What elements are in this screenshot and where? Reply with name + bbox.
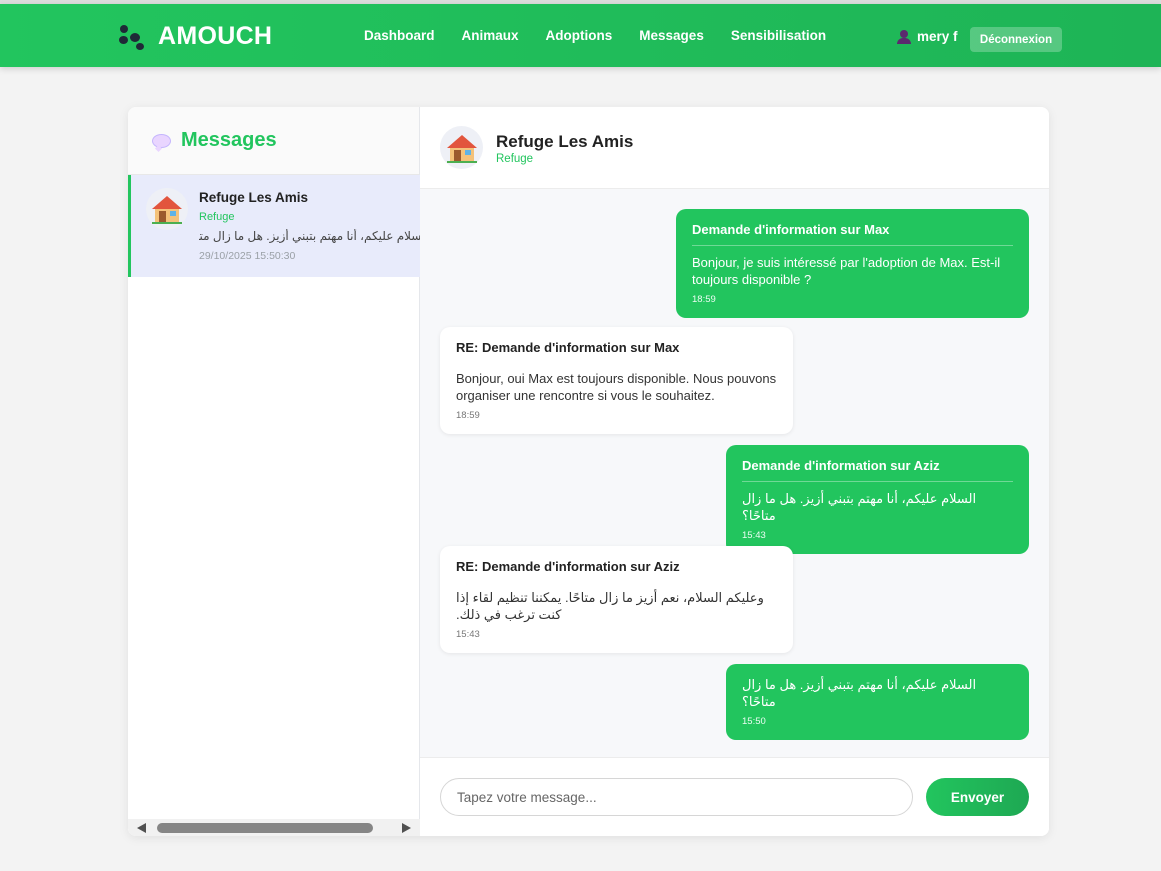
- main-nav: Dashboard Animaux Adoptions Messages Sen…: [364, 28, 826, 43]
- nav-animaux[interactable]: Animaux: [462, 28, 519, 43]
- nav-adoptions[interactable]: Adoptions: [546, 28, 613, 43]
- message-list[interactable]: Demande d'information sur Max Bonjour, j…: [420, 189, 1049, 757]
- brand-name: AMOUCH: [158, 21, 273, 50]
- conversation-time: 29/10/2025 15:50:30: [199, 250, 296, 262]
- message-subject: RE: Demande d'information sur Aziz: [456, 559, 680, 574]
- message-text: السلام عليكم، أنا مهتم بتبني أزيز. هل ما…: [742, 491, 977, 523]
- brand[interactable]: AMOUCH: [118, 21, 272, 51]
- message-time: 15:43: [742, 530, 766, 541]
- send-button[interactable]: Envoyer: [926, 778, 1029, 816]
- message-time: 18:59: [692, 294, 716, 305]
- top-navbar: AMOUCH Dashboard Animaux Adoptions Messa…: [0, 4, 1161, 67]
- chat-contact-role: Refuge: [496, 153, 534, 165]
- conversation-preview: السلام عليكم، أنا مهتم بتبني أزيز. هل ما…: [199, 229, 420, 243]
- sidebar-header: Messages: [128, 107, 419, 175]
- sidebar-title: Messages: [181, 129, 277, 151]
- house-icon: [440, 126, 483, 169]
- chat-header: Refuge Les Amis Refuge: [420, 107, 1049, 189]
- message-subject: RE: Demande d'information sur Max: [456, 340, 680, 355]
- message-time: 15:50: [742, 716, 766, 727]
- message-bubble: Demande d'information sur Max Bonjour, j…: [676, 209, 1029, 318]
- message-subject: Demande d'information sur Max: [692, 221, 1013, 246]
- scroll-left-icon[interactable]: [137, 823, 146, 833]
- nav-messages[interactable]: Messages: [639, 28, 704, 43]
- user-name: mery f: [917, 29, 958, 44]
- message-bubble: RE: Demande d'information sur Max Bonjou…: [440, 327, 793, 434]
- conversation-name: Refuge Les Amis: [199, 190, 309, 205]
- user-icon: [897, 29, 911, 44]
- message-time: 15:43: [456, 629, 480, 640]
- message-composer: Envoyer: [420, 757, 1049, 836]
- message-input[interactable]: [440, 778, 913, 816]
- speech-bubble-icon: [152, 133, 171, 148]
- message-text: السلام عليكم، أنا مهتم بتبني أزيز. هل ما…: [742, 677, 977, 709]
- nav-sensibilisation[interactable]: Sensibilisation: [731, 28, 826, 43]
- conversation-item[interactable]: Refuge Les Amis Refuge السلام عليكم، أنا…: [128, 175, 420, 277]
- message-subject: Demande d'information sur Aziz: [742, 457, 1013, 482]
- conversation-sidebar: Messages Refuge Les Amis Refuge السلام ع…: [128, 107, 420, 836]
- logout-button[interactable]: Déconnexion: [970, 27, 1062, 52]
- message-bubble: RE: Demande d'information sur Aziz وعليك…: [440, 546, 793, 653]
- message-bubble: السلام عليكم، أنا مهتم بتبني أزيز. هل ما…: [726, 664, 1029, 740]
- message-time: 18:59: [456, 410, 480, 421]
- user-menu[interactable]: mery f: [897, 29, 958, 44]
- message-bubble: Demande d'information sur Aziz السلام عل…: [726, 445, 1029, 554]
- message-text: Bonjour, oui Max est toujours disponible…: [456, 371, 777, 403]
- scroll-right-icon[interactable]: [402, 823, 411, 833]
- conversation-role: Refuge: [199, 211, 235, 223]
- house-icon: [146, 188, 188, 230]
- horizontal-scrollbar[interactable]: [128, 819, 420, 836]
- scrollbar-thumb[interactable]: [157, 823, 373, 833]
- nav-dashboard[interactable]: Dashboard: [364, 28, 435, 43]
- messages-panel: Messages Refuge Les Amis Refuge السلام ع…: [128, 107, 1049, 836]
- message-text: وعليكم السلام، نعم أزيز ما زال متاحًا. ي…: [456, 590, 764, 622]
- chat-area: Refuge Les Amis Refuge Demande d'informa…: [420, 107, 1049, 836]
- chat-contact-name: Refuge Les Amis: [496, 132, 634, 151]
- paw-icon: [118, 21, 148, 51]
- message-text: Bonjour, je suis intéressé par l'adoptio…: [692, 255, 1001, 287]
